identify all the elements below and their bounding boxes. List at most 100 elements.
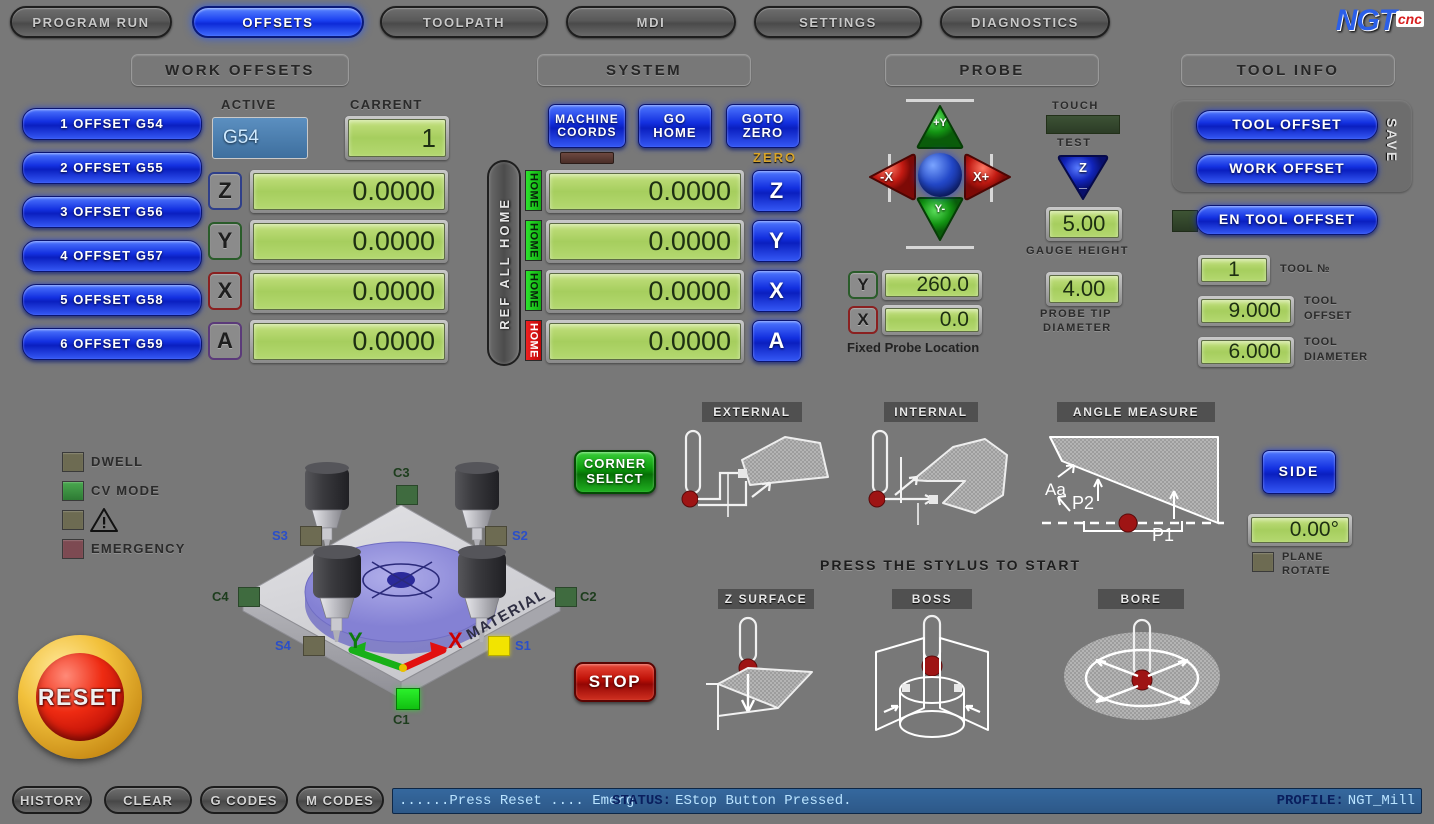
fixed-probe-value-x: 0.0 — [885, 308, 979, 332]
offset-field-y[interactable]: 0.0000 — [250, 220, 448, 263]
side-button[interactable]: SIDE — [1262, 450, 1336, 494]
probe-diagram-boss[interactable] — [862, 612, 1007, 747]
probe-tip-diameter-value: 4.00 — [1049, 275, 1119, 303]
tab-program-run[interactable]: PROGRAM RUN — [10, 6, 172, 38]
section-header-probe: PROBE — [885, 54, 1099, 86]
tool-offset-field[interactable]: 9.000 — [1198, 296, 1294, 326]
tab-diagnostics[interactable]: DIAGNOSTICS — [940, 6, 1110, 38]
tab-offsets[interactable]: OFFSETS — [192, 6, 364, 38]
corner-marker-c3[interactable] — [396, 485, 418, 505]
tool-number-field[interactable]: 1 — [1198, 255, 1270, 285]
active-offset-value: G54 — [212, 117, 308, 159]
axis-label-x-offset: X — [208, 272, 242, 310]
jog-button-x-minus[interactable]: -X — [868, 152, 916, 202]
side-label-s1: S1 — [515, 638, 531, 653]
zero-button-z[interactable]: Z — [752, 170, 802, 212]
offset-field-a[interactable]: 0.0000 — [250, 320, 448, 363]
tab-settings[interactable]: SETTINGS — [754, 6, 922, 38]
probe-mode-caption-internal[interactable]: INTERNAL — [884, 402, 978, 422]
m-codes-button[interactable]: M CODES — [296, 786, 384, 814]
corner-marker-c1[interactable] — [396, 688, 420, 710]
tool-diameter-label-line1: TOOL — [1304, 336, 1338, 348]
zero-button-a[interactable]: A — [752, 320, 802, 362]
probe-diagram-z-surface[interactable] — [700, 612, 840, 742]
cnc-control-screen: PROGRAM RUN OFFSETS TOOLPATH MDI SETTING… — [0, 0, 1434, 824]
gauge-height-label: GAUGE HEIGHT — [1026, 245, 1129, 257]
machine-coords-button[interactable]: MACHINE COORDS — [548, 104, 626, 148]
history-button[interactable]: HISTORY — [12, 786, 92, 814]
probe-diagram-angle-measure[interactable]: Aa P2 P1 — [1040, 425, 1224, 545]
ref-all-home-button[interactable]: REF ALL HOME — [487, 160, 521, 366]
probe-mode-caption-external[interactable]: EXTERNAL — [702, 402, 802, 422]
probe-mode-caption-angle[interactable]: ANGLE MEASURE — [1057, 402, 1215, 422]
offset-field-z[interactable]: 0.0000 — [250, 170, 448, 213]
probe-mode-caption-bore[interactable]: BORE — [1098, 589, 1184, 609]
tab-mdi[interactable]: MDI — [566, 6, 736, 38]
tab-toolpath[interactable]: TOOLPATH — [380, 6, 548, 38]
ref-all-home-label: REF ALL HOME — [496, 196, 512, 330]
jog-label-x-plus: X+ — [973, 169, 990, 184]
machine-pos-field-a[interactable]: 0.0000 — [546, 320, 744, 363]
touch-label: TOUCH — [1052, 100, 1099, 112]
offset-button-g55[interactable]: 2 OFFSET G55 — [22, 152, 202, 184]
corner-select-line1: CORNER — [583, 456, 647, 472]
probe-diagram-bore[interactable] — [1060, 616, 1225, 736]
machine-pos-field-y[interactable]: 0.0000 — [546, 220, 744, 263]
machine-pos-field-x[interactable]: 0.0000 — [546, 270, 744, 313]
clear-button[interactable]: CLEAR — [104, 786, 192, 814]
work-offset-save-button[interactable]: WORK OFFSET — [1196, 154, 1378, 184]
corner-marker-c2[interactable] — [555, 587, 577, 607]
corner-select-button[interactable]: CORNER SELECT — [574, 450, 656, 494]
side-marker-s4[interactable] — [303, 636, 325, 656]
jog-button-x-plus[interactable]: X+ — [964, 152, 1012, 202]
status-message: ......Press Reset .... Emerg — [399, 793, 635, 809]
stop-button[interactable]: STOP — [574, 662, 656, 702]
zero-button-y[interactable]: Y — [752, 220, 802, 262]
probe-mode-caption-boss[interactable]: BOSS — [892, 589, 972, 609]
go-home-button[interactable]: GO HOME — [638, 104, 712, 148]
corner-marker-c4[interactable] — [238, 587, 260, 607]
home-indicator-z: HOME — [525, 170, 542, 211]
offset-button-g57[interactable]: 4 OFFSET G57 — [22, 240, 202, 272]
gauge-height-field[interactable]: 5.00 — [1046, 207, 1122, 241]
tool-diameter-label-line2: DIAMETER — [1304, 351, 1368, 363]
side-label-s3: S3 — [272, 528, 288, 543]
reset-button[interactable]: RESET — [18, 635, 142, 759]
probe-mode-caption-z-surface[interactable]: Z SURFACE — [718, 589, 814, 609]
side-marker-s1[interactable] — [488, 636, 510, 656]
jog-center-button[interactable] — [918, 153, 962, 197]
fixed-probe-field-x[interactable]: 0.0 — [882, 305, 982, 335]
probe-diagram-external[interactable] — [680, 425, 850, 545]
goto-zero-button[interactable]: GOTO ZERO — [726, 104, 800, 148]
plane-angle-field[interactable]: 0.00° — [1248, 514, 1352, 546]
logo-subtext: cnc — [1395, 11, 1424, 27]
offset-button-g56[interactable]: 3 OFFSET G56 — [22, 196, 202, 228]
offset-field-x[interactable]: 0.0000 — [250, 270, 448, 313]
tool-diameter-field[interactable]: 6.000 — [1198, 337, 1294, 367]
machine-pos-field-z[interactable]: 0.0000 — [546, 170, 744, 213]
dwell-indicator — [62, 452, 84, 472]
g-codes-button[interactable]: G CODES — [200, 786, 288, 814]
machine-coords-line2: COORDS — [557, 125, 617, 139]
zero-button-x[interactable]: X — [752, 270, 802, 312]
offset-button-g54[interactable]: 1 OFFSET G54 — [22, 108, 202, 140]
test-z-label: Z — [1079, 160, 1087, 175]
en-tool-offset-button[interactable]: EN TOOL OFFSET — [1196, 205, 1378, 235]
side-marker-s2[interactable] — [485, 526, 507, 546]
probe-diagram-internal[interactable] — [855, 425, 1030, 545]
machine-pos-value-y: 0.0000 — [549, 223, 741, 260]
current-offset-field[interactable]: 1 — [345, 116, 449, 160]
test-z-button[interactable]: Z _ — [1056, 152, 1110, 202]
side-marker-s3[interactable] — [300, 526, 322, 546]
jog-button-y-minus[interactable]: Y- — [915, 196, 965, 242]
jog-button-y-plus[interactable]: +Y — [915, 104, 965, 150]
probe-tip-diameter-field[interactable]: 4.00 — [1046, 272, 1122, 306]
app-logo: NGT cnc — [1336, 4, 1424, 38]
tool-offset-save-button[interactable]: TOOL OFFSET — [1196, 110, 1378, 140]
offset-button-g59[interactable]: 6 OFFSET G59 — [22, 328, 202, 360]
goto-zero-line2: ZERO — [742, 125, 784, 140]
profile-value: NGT_Mill — [1347, 793, 1415, 809]
axis-label-z-offset: Z — [208, 172, 242, 210]
offset-button-g58[interactable]: 5 OFFSET G58 — [22, 284, 202, 316]
fixed-probe-field-y[interactable]: 260.0 — [882, 270, 982, 300]
